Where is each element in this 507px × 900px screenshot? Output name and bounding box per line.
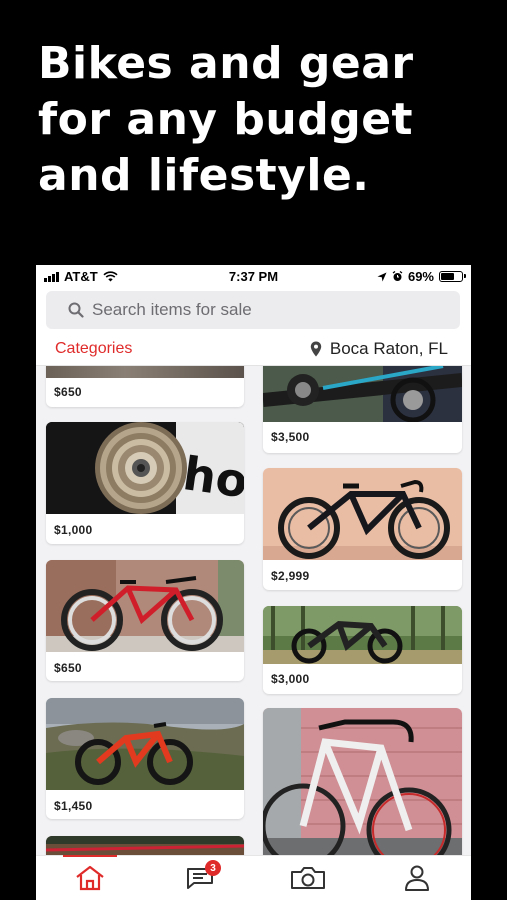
listing-photo	[46, 836, 244, 856]
listing-price: $3,500	[271, 430, 310, 444]
listing-card[interactable]	[46, 836, 244, 856]
location-arrow-icon	[377, 272, 387, 281]
phone-screen: AT&T 7:37 PM 69% Search items for sale C…	[36, 265, 471, 900]
search-input[interactable]	[92, 300, 422, 320]
search-bar[interactable]	[46, 291, 460, 329]
cassette-sprocket-image: hoo	[46, 422, 244, 514]
white-road-bike-image	[263, 708, 462, 856]
listing-card[interactable]: $650	[46, 366, 244, 407]
listing-card[interactable]	[263, 708, 462, 856]
listing-photo	[263, 606, 462, 664]
alarm-icon	[392, 271, 403, 281]
headline-line-2: for any budget	[38, 94, 414, 145]
listing-card[interactable]: $3,000	[263, 606, 462, 694]
mountain-bike-in-forest-image	[263, 606, 462, 664]
tab-bar: 3	[36, 855, 471, 900]
camera-icon	[291, 867, 325, 889]
road-bike-drivetrain-image	[263, 366, 462, 422]
marketing-headline: Bikes and gear for any budget and lifest…	[38, 36, 478, 204]
headline-line-3: and lifestyle.	[38, 150, 370, 201]
search-icon	[68, 302, 84, 318]
red-triathlon-bike-image	[46, 560, 244, 652]
partial-item-image	[46, 836, 244, 856]
listing-price: $1,450	[54, 799, 93, 813]
listing-photo	[263, 366, 462, 422]
tab-profile[interactable]	[363, 856, 471, 900]
tab-messages[interactable]: 3	[145, 856, 253, 900]
battery-icon	[439, 271, 466, 282]
categories-button[interactable]: Categories	[55, 340, 132, 358]
listing-price: $3,000	[271, 672, 310, 686]
tab-camera[interactable]	[254, 856, 362, 900]
listing-photo	[46, 560, 244, 652]
listing-photo	[263, 708, 462, 856]
listing-card[interactable]: $3,500	[263, 366, 462, 453]
listing-card[interactable]: $650	[46, 560, 244, 681]
listing-price: $650	[54, 661, 82, 675]
status-bar: AT&T 7:37 PM 69%	[36, 265, 471, 287]
battery-percent: 69%	[407, 269, 434, 284]
profile-icon	[405, 865, 429, 891]
headline-line-1: Bikes and gear	[38, 38, 414, 89]
listing-price: $650	[54, 385, 82, 399]
listing-card[interactable]: $1,450	[46, 698, 244, 819]
listing-photo	[46, 366, 244, 378]
listing-photo: hoo	[46, 422, 244, 514]
listing-price: $2,999	[271, 569, 310, 583]
map-pin-icon	[310, 341, 322, 357]
listings-feed[interactable]: $650 hoo $1,000 $650 $1,450 $3,500 $2,99…	[36, 366, 471, 856]
listing-photo	[46, 698, 244, 790]
listing-photo	[263, 468, 462, 560]
red-mountain-bike-image	[46, 698, 244, 790]
search-header: Categories Boca Raton, FL	[36, 287, 471, 366]
listing-price: $1,000	[54, 523, 93, 537]
black-road-bike-image	[263, 468, 462, 560]
listing-card[interactable]: $2,999	[263, 468, 462, 590]
listing-card[interactable]: hoo $1,000	[46, 422, 244, 544]
location-label: Boca Raton, FL	[329, 339, 448, 358]
tab-home[interactable]	[36, 855, 144, 900]
messages-badge: 3	[205, 860, 221, 876]
home-icon	[76, 865, 104, 891]
location-selector[interactable]: Boca Raton, FL	[310, 339, 448, 359]
